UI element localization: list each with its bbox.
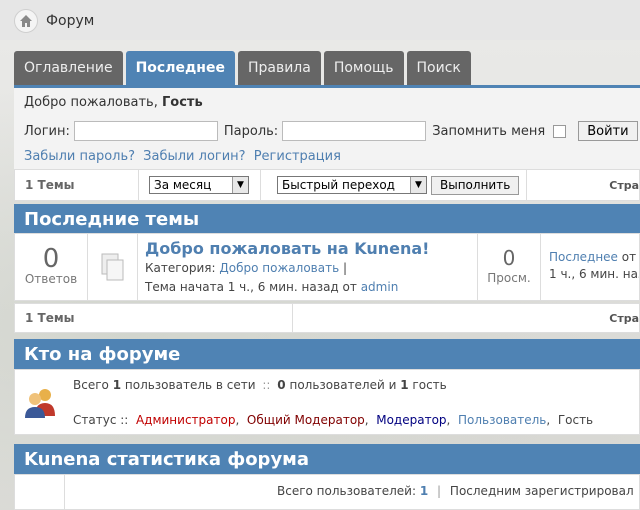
username-input[interactable] (73, 121, 218, 141)
topic-started-text: Тема начата 1 ч., 6 мин. назад от (145, 280, 357, 294)
legend-global-moderator: Общий Модератор (246, 413, 365, 427)
breadcrumb: Форум (14, 9, 94, 33)
last-post-cell: Последнее от Ki 1 ч., 6 мин. наз (541, 234, 639, 300)
chevron-down-icon: ▼ (232, 177, 248, 193)
register-link[interactable]: Регистрация (254, 149, 341, 164)
topic-author-link[interactable]: admin (361, 280, 399, 294)
chevron-down-icon: ▼ (410, 177, 426, 193)
last-post-link[interactable]: Последнее (549, 250, 618, 264)
topic-icon-cell (88, 234, 138, 300)
stats-box: Всего пользователей: 1 | Последним зарег… (14, 474, 640, 510)
users-icon (25, 389, 55, 418)
tab-latest[interactable]: Последнее (125, 51, 235, 85)
topic-info-cell: Добро пожаловать на Kunena! Категория: Д… (138, 234, 478, 300)
stats-title: Kunena статистика форума (24, 448, 310, 470)
bottom-count-cell: 1 Темы (15, 304, 293, 332)
last-post-from: от (621, 250, 637, 264)
whos-online-header: Кто на форуме (14, 339, 640, 369)
topic-category-line: Категория: Добро пожаловать | (145, 261, 477, 275)
replies-count: 0 (42, 244, 60, 274)
status-legend: Статус :: Администратор, Общий Модератор… (73, 413, 594, 427)
total-users-count[interactable]: 1 (420, 484, 428, 498)
online-separator: :: (262, 378, 271, 392)
topics-toolbar: 1 Темы За месяц ▼ Быстрый переход ▼ Выпо… (14, 169, 640, 201)
guests-count: 1 (400, 378, 409, 392)
latest-topics-title: Последние темы (24, 208, 200, 230)
topic-started-line: Тема начата 1 ч., 6 мин. назад от admin (145, 280, 477, 294)
online-users-count: 1 (112, 378, 122, 392)
username-label: Логин: (24, 123, 70, 139)
main-tabs: Оглавление Последнее Правила Помощь Поис… (14, 51, 471, 85)
tab-help[interactable]: Помощь (323, 51, 404, 85)
stats-summary: Всего пользователей: 1 | Последним зарег… (277, 484, 634, 498)
document-icon (101, 253, 123, 281)
topic-row: 0 Ответов Добро пожаловать на Kunena! Ка… (14, 233, 640, 301)
pagination-label: Стра (609, 178, 639, 192)
login-button[interactable]: Войти (578, 121, 638, 141)
status-label: Статус :: (73, 413, 129, 427)
remember-label: Запомнить меня (432, 123, 546, 139)
forgot-login-link[interactable]: Забыли логин? (143, 149, 245, 164)
welcome-text: Добро пожаловать, Гость (24, 95, 203, 110)
legend-guest: Гость (557, 413, 594, 427)
hidden-users-text: пользователей и (289, 378, 397, 392)
views-cell: 0 Просм. (478, 234, 541, 300)
breadcrumb-forum[interactable]: Форум (46, 13, 94, 29)
hidden-users-count: 0 (277, 378, 286, 392)
views-count: 0 (502, 246, 516, 270)
welcome-user: Гость (162, 95, 203, 110)
legend-moderator: Модератор (376, 413, 447, 427)
category-label: Категория: (145, 261, 216, 275)
topic-count: 1 Темы (25, 178, 75, 192)
stats-separator: | (437, 484, 442, 498)
bottom-pagination-label: Стра (609, 311, 639, 325)
remember-checkbox[interactable] (553, 124, 567, 138)
bottom-pagination-cell: Стра (293, 304, 639, 332)
tab-index[interactable]: Оглавление (14, 51, 123, 85)
tab-rules[interactable]: Правила (237, 51, 321, 85)
last-post-time: 1 ч., 6 мин. наз (549, 267, 639, 281)
latest-topics-header: Последние темы (14, 204, 640, 234)
total-users-label: Всего пользователей: (277, 484, 417, 498)
legend-admin: Администратор (135, 413, 236, 427)
home-icon[interactable] (14, 9, 38, 33)
period-cell: За месяц ▼ (139, 170, 261, 200)
login-links: Забыли пароль? Забыли логин? Регистрация (24, 149, 345, 164)
forgot-password-link[interactable]: Забыли пароль? (24, 149, 135, 164)
topic-title-link[interactable]: Добро пожаловать на Kunena! (145, 239, 477, 258)
topic-count-cell: 1 Темы (15, 170, 139, 200)
period-select[interactable]: За месяц ▼ (149, 176, 249, 194)
topics-bottom-bar: 1 Темы Стра (14, 303, 640, 333)
views-label: Просм. (487, 271, 531, 285)
password-label: Пароль: (223, 123, 279, 139)
stats-header: Kunena статистика форума (14, 444, 640, 474)
guests-text: гость (412, 378, 447, 392)
latest-member-label: Последним зарегистрировал (449, 484, 634, 498)
jump-select[interactable]: Быстрый переход ▼ (277, 176, 427, 194)
bottom-topic-count: 1 Темы (25, 311, 75, 325)
welcome-prefix: Добро пожаловать, (24, 95, 158, 110)
whos-online-box: Всего 1 пользователь в сети :: 0 пользов… (14, 369, 640, 435)
replies-label: Ответов (24, 272, 78, 286)
jump-select-value: Быстрый переход (282, 178, 395, 192)
online-summary: Всего 1 пользователь в сети :: 0 пользов… (73, 378, 447, 392)
last-post-line: Последнее от Ki (549, 250, 639, 264)
login-form: Логин: Пароль: Запомнить меня Войти (24, 121, 638, 141)
replies-cell: 0 Ответов (15, 234, 88, 300)
pagination-cell: Стра (527, 170, 639, 200)
category-separator: | (342, 261, 348, 275)
whos-online-title: Кто на форуме (24, 343, 181, 365)
category-link[interactable]: Добро пожаловать (219, 261, 339, 275)
go-button[interactable]: Выполнить (431, 175, 520, 195)
period-select-value: За месяц (154, 178, 212, 192)
stats-icon-cell (15, 475, 65, 509)
legend-user: Пользователь (457, 413, 547, 427)
online-total-prefix: Всего (73, 378, 109, 392)
password-input[interactable] (282, 121, 427, 141)
online-users-text: пользователь в сети (124, 378, 256, 392)
jump-cell: Быстрый переход ▼ Выполнить (261, 170, 527, 200)
login-panel: Добро пожаловать, Гость Логин: Пароль: З… (14, 85, 640, 169)
tab-search[interactable]: Поиск (406, 51, 471, 85)
